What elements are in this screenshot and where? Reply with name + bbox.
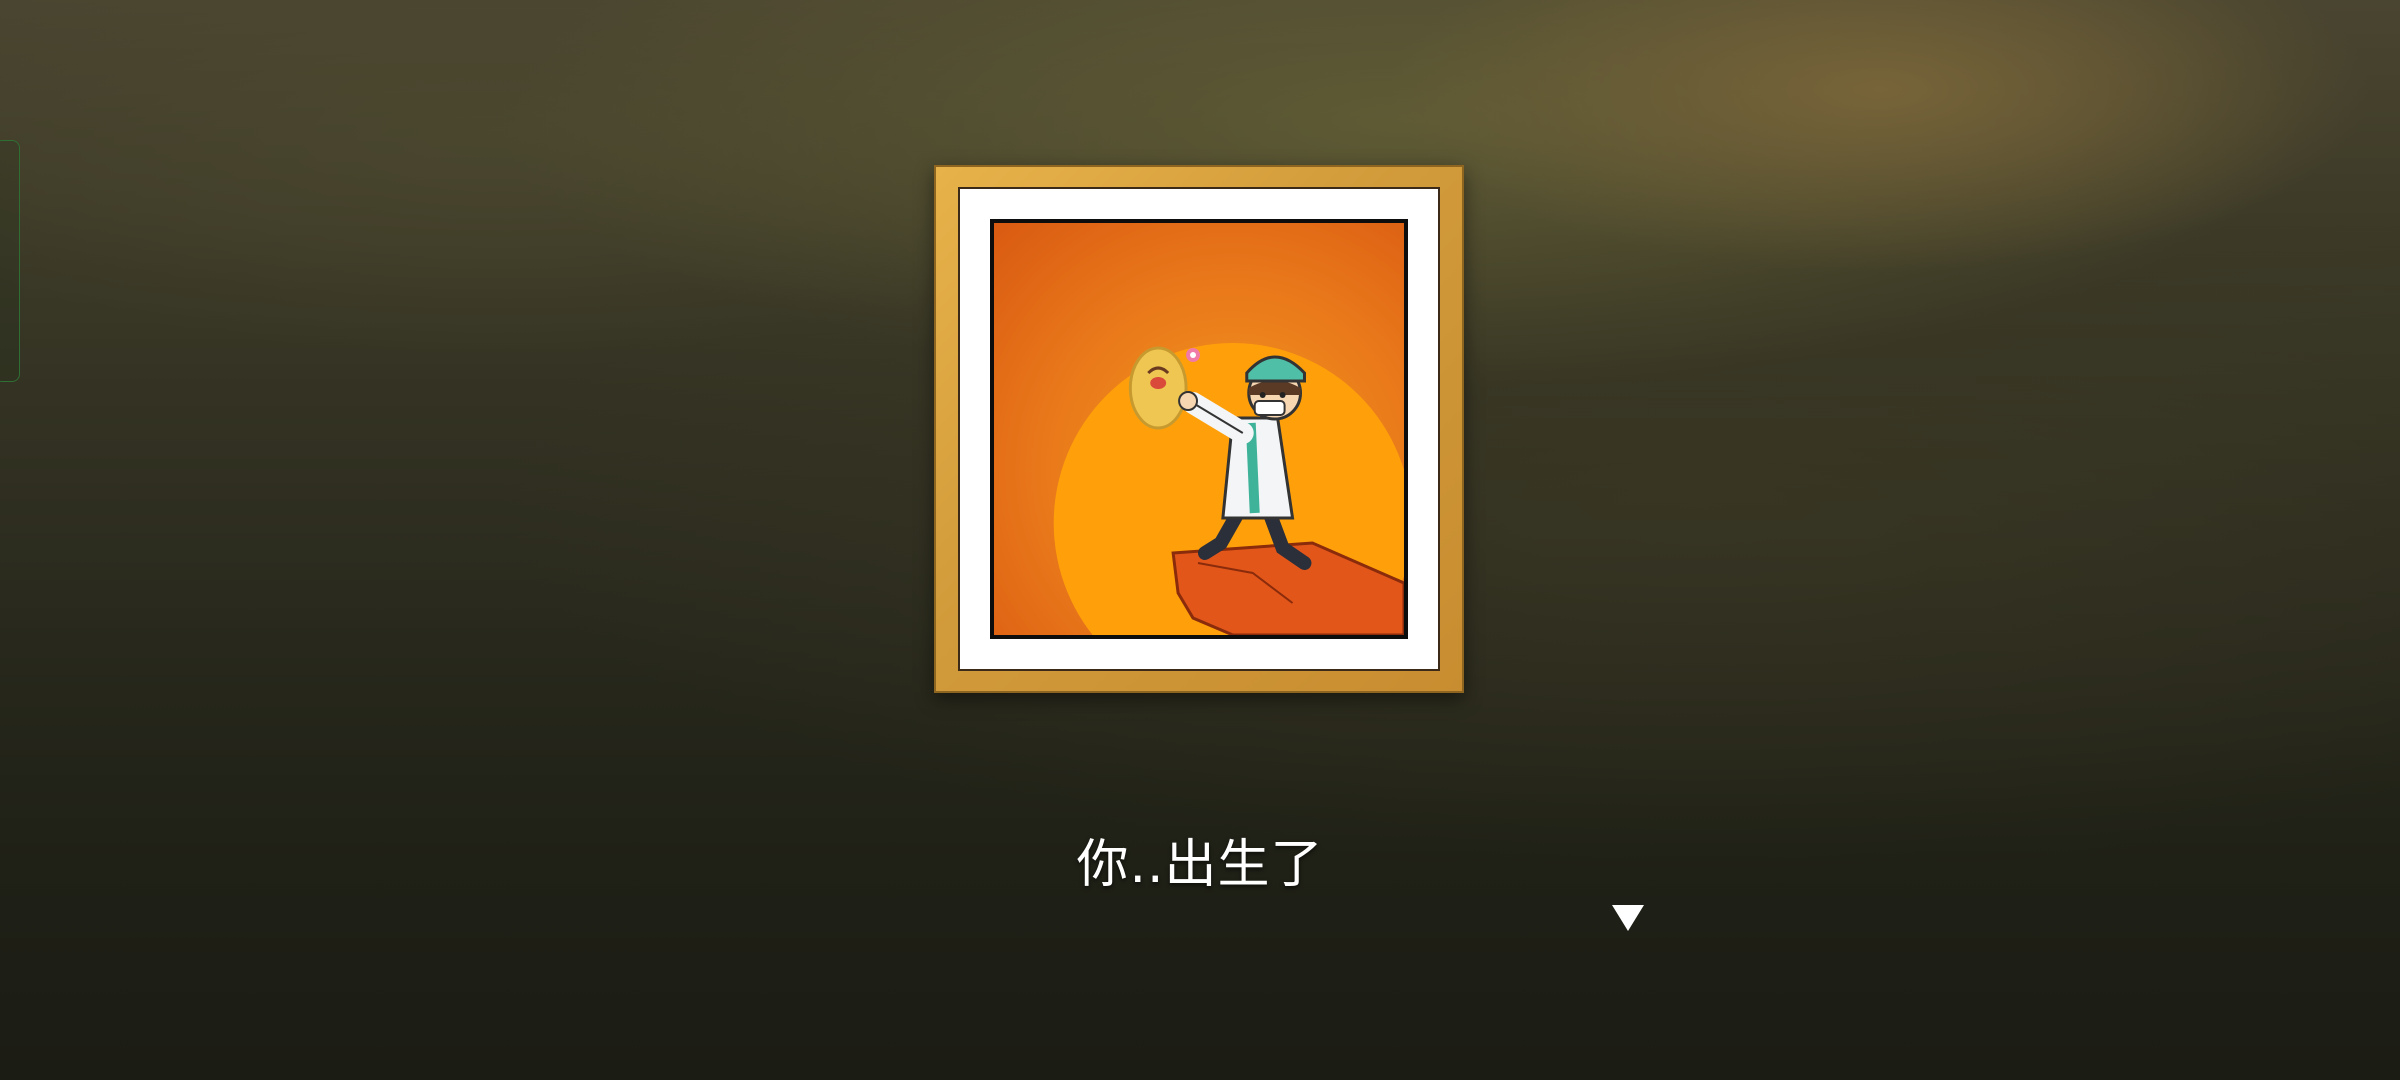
illustration-scene bbox=[1053, 343, 1404, 635]
dialogue-text: 你..出生了 bbox=[1076, 835, 1324, 895]
story-illustration bbox=[990, 219, 1408, 639]
picture-frame bbox=[934, 165, 1464, 693]
picture-mat bbox=[958, 187, 1440, 671]
triangle-down-icon[interactable] bbox=[1610, 903, 1646, 933]
side-drawer-tab[interactable] bbox=[0, 140, 20, 382]
